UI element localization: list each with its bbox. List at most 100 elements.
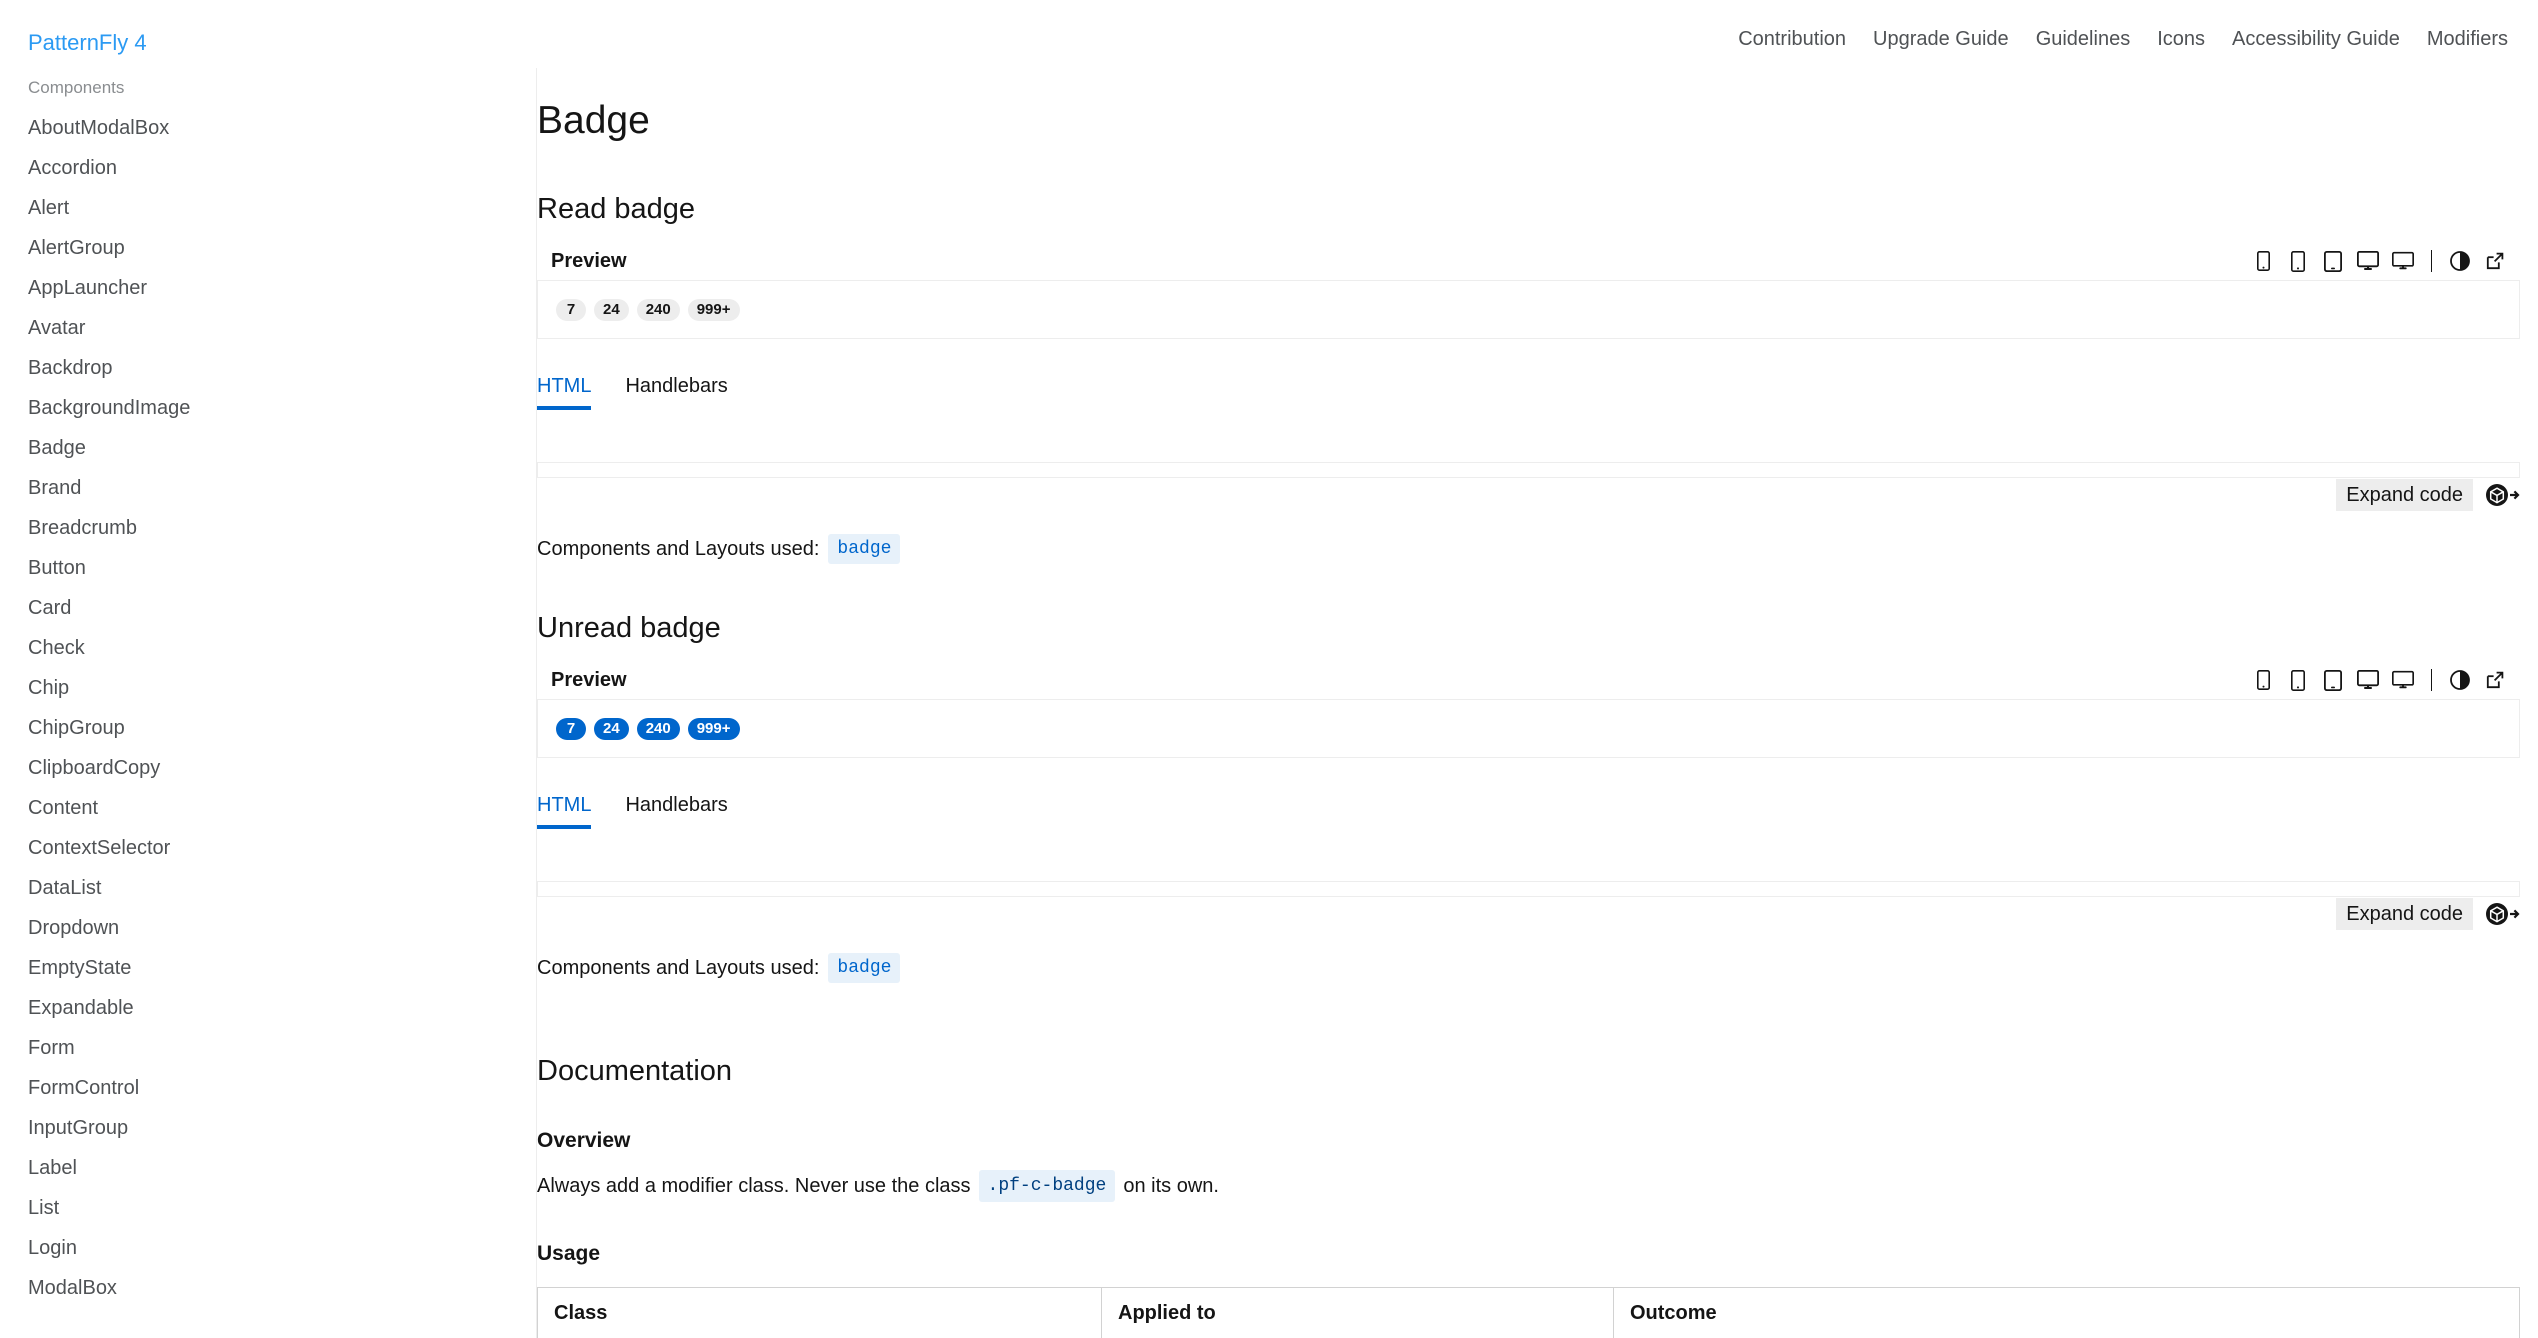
component-chip-badge[interactable]: badge [828, 534, 901, 564]
brand-link[interactable]: PatternFly 4 [28, 30, 147, 56]
desktop-large-icon[interactable] [2392, 667, 2414, 693]
topnav-item-upgrade-guide[interactable]: Upgrade Guide [1873, 26, 2009, 52]
code-area: Expand code [537, 462, 2520, 525]
sidebar-item-label[interactable]: Label [0, 1148, 536, 1188]
expand-code-button[interactable]: Expand code [2336, 898, 2473, 930]
tab-html[interactable]: HTML [537, 373, 592, 410]
topnav-item-guidelines[interactable]: Guidelines [2036, 26, 2131, 52]
sidebar-item-emptystate[interactable]: EmptyState [0, 948, 536, 988]
sidebar-item-backgroundimage[interactable]: BackgroundImage [0, 388, 536, 428]
toolbar-divider [2431, 250, 2432, 272]
sidebar-item-list[interactable]: List [0, 1188, 536, 1228]
overview-text-before: Always add a modifier class. Never use t… [537, 1175, 971, 1197]
badge-read-7: 7 [556, 298, 586, 321]
contrast-icon[interactable] [2449, 667, 2471, 693]
preview-panel: 7 24 240 999+ [537, 699, 2520, 758]
sidebar-item-formcontrol[interactable]: FormControl [0, 1068, 536, 1108]
contrast-icon[interactable] [2449, 248, 2471, 274]
sidebar-item-button[interactable]: Button [0, 548, 536, 588]
code-actions: Expand code [2336, 479, 2520, 511]
sidebar-item-check[interactable]: Check [0, 628, 536, 668]
components-used: Components and Layouts used: badge [537, 953, 2520, 983]
codesandbox-icon[interactable] [2486, 903, 2520, 925]
desktop-icon[interactable] [2357, 248, 2379, 274]
badge-unread-240: 240 [636, 717, 680, 740]
tab-handlebars[interactable]: Handlebars [625, 792, 727, 829]
main-content: Badge Read badge Preview 7 24 240 999+ H… [537, 68, 2538, 1338]
sidebar-item-aboutmodalbox[interactable]: AboutModalBox [0, 108, 536, 148]
sidebar-item-modalbox[interactable]: ModalBox [0, 1268, 536, 1308]
component-chip-badge[interactable]: badge [828, 953, 901, 983]
code-tabs: HTML Handlebars [537, 375, 2520, 411]
tab-handlebars[interactable]: Handlebars [625, 373, 727, 410]
mobile-portrait-icon[interactable] [2252, 248, 2274, 274]
code-block[interactable] [537, 462, 2520, 478]
sidebar-item-badge[interactable]: Badge [0, 428, 536, 468]
sidebar-item-backdrop[interactable]: Backdrop [0, 348, 536, 388]
overview-heading: Overview [537, 1129, 631, 1152]
sidebar-item-expandable[interactable]: Expandable [0, 988, 536, 1028]
badge-unread-24: 24 [594, 717, 629, 740]
external-link-icon[interactable] [2484, 248, 2506, 274]
sidebar-item-alert[interactable]: Alert [0, 188, 536, 228]
example-toolbar: Preview [537, 661, 2520, 699]
topnav-item-modifiers[interactable]: Modifiers [2427, 26, 2508, 52]
topnav-item-icons[interactable]: Icons [2157, 26, 2205, 52]
code-tabs: HTML Handlebars [537, 794, 2520, 830]
mobile-landscape-icon[interactable] [2287, 248, 2309, 274]
sidebar-item-breadcrumb[interactable]: Breadcrumb [0, 508, 536, 548]
sidebar-item-accordion[interactable]: Accordion [0, 148, 536, 188]
sidebar-item-chip[interactable]: Chip [0, 668, 536, 708]
expand-code-button[interactable]: Expand code [2336, 479, 2473, 511]
badge-row: 7 24 240 999+ [556, 298, 740, 321]
badge-read-999plus: 999+ [687, 298, 740, 321]
top-navigation: Contribution Upgrade Guide Guidelines Ic… [1738, 26, 2508, 52]
badge-row: 7 24 240 999+ [556, 717, 740, 740]
example-read-badge: Read badge Preview 7 24 240 999+ HTML Ha… [537, 191, 2538, 564]
mobile-portrait-icon[interactable] [2252, 667, 2274, 693]
sidebar-item-datalist[interactable]: DataList [0, 868, 536, 908]
sidebar-item-dropdown[interactable]: Dropdown [0, 908, 536, 948]
topnav-item-accessibility-guide[interactable]: Accessibility Guide [2232, 26, 2400, 52]
sidebar-item-brand[interactable]: Brand [0, 468, 536, 508]
tab-html[interactable]: HTML [537, 792, 592, 829]
sidebar-item-applauncher[interactable]: AppLauncher [0, 268, 536, 308]
sidebar-section-title: Components [28, 78, 125, 97]
tablet-icon[interactable] [2322, 248, 2344, 274]
example-heading: Unread badge [537, 612, 721, 644]
toolbar-divider [2431, 669, 2432, 691]
sidebar-item-clipboardcopy[interactable]: ClipboardCopy [0, 748, 536, 788]
example-heading: Read badge [537, 193, 696, 225]
sidebar-item-content[interactable]: Content [0, 788, 536, 828]
code-block[interactable] [537, 881, 2520, 897]
desktop-icon[interactable] [2357, 667, 2379, 693]
documentation-section: Documentation Overview Always add a modi… [537, 1053, 2538, 1338]
sidebar-item-alertgroup[interactable]: AlertGroup [0, 228, 536, 268]
sidebar-item-contextselector[interactable]: ContextSelector [0, 828, 536, 868]
badge-read-24: 24 [594, 298, 629, 321]
usage-table: Class Applied to Outcome .pf-c-badge <sp… [537, 1287, 2520, 1338]
sidebar-item-inputgroup[interactable]: InputGroup [0, 1108, 536, 1148]
topnav-item-contribution[interactable]: Contribution [1738, 26, 1846, 52]
sidebar-item-form[interactable]: Form [0, 1028, 536, 1068]
codesandbox-icon[interactable] [2486, 484, 2520, 506]
tablet-icon[interactable] [2322, 667, 2344, 693]
external-link-icon[interactable] [2484, 667, 2506, 693]
example-unread-badge: Unread badge Preview 7 24 240 999+ HTML … [537, 610, 2538, 983]
preview-panel: 7 24 240 999+ [537, 280, 2520, 339]
sidebar-item-avatar[interactable]: Avatar [0, 308, 536, 348]
column-header-outcome: Outcome [1613, 1287, 2520, 1338]
components-used: Components and Layouts used: badge [537, 534, 2520, 564]
sidebar-item-card[interactable]: Card [0, 588, 536, 628]
code-actions: Expand code [2336, 898, 2520, 930]
example-toolbar: Preview [537, 242, 2520, 280]
table-header-row: Class Applied to Outcome [537, 1287, 2520, 1338]
sidebar-item-chipgroup[interactable]: ChipGroup [0, 708, 536, 748]
preview-label: Preview [551, 250, 627, 272]
column-header-class: Class [537, 1287, 1102, 1338]
overview-code-chip: .pf-c-badge [978, 1170, 1116, 1202]
mobile-landscape-icon[interactable] [2287, 667, 2309, 693]
sidebar-item-login[interactable]: Login [0, 1228, 536, 1268]
sidebar: Components AboutModalBox Accordion Alert… [0, 68, 537, 1338]
desktop-large-icon[interactable] [2392, 248, 2414, 274]
